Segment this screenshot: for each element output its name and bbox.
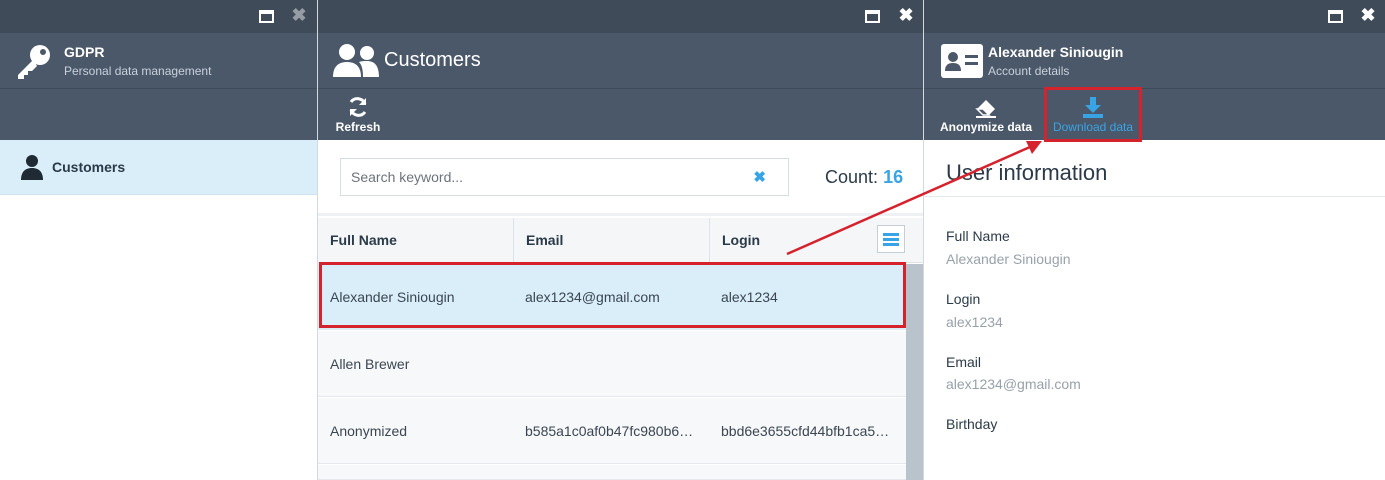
customers-blade-toolbar: Refresh [318, 88, 923, 140]
blade-title: Alexander Siniougin [988, 44, 1124, 60]
gdpr-blade-toolbar [0, 88, 317, 140]
user-icon [21, 155, 43, 180]
field-label-login: Login [946, 291, 981, 307]
refresh-icon [349, 97, 367, 117]
cell-login [709, 331, 906, 397]
clear-icon[interactable]: ✖ [753, 168, 766, 186]
cell-email: b585a1c0af0b47fc980b6… [525, 423, 694, 439]
field-label-full-name: Full Name [946, 228, 1010, 244]
search-input[interactable] [351, 159, 741, 195]
download-data-label: Download data [1052, 120, 1134, 134]
download-data-button[interactable]: Download data [1047, 89, 1139, 141]
account-blade-topbar: ✖ [924, 0, 1385, 33]
close-icon[interactable]: ✖ [291, 6, 307, 24]
nav-item-customers[interactable]: Customers [0, 140, 317, 195]
grid-body: Alexander Siniougin alex1234@gmail.com a… [318, 264, 906, 480]
blade-subtitle: Personal data management [64, 64, 212, 78]
key-icon [18, 45, 50, 79]
count-value: 16 [883, 167, 904, 187]
maximize-icon[interactable] [1328, 10, 1343, 23]
eraser-icon [975, 100, 996, 118]
cell-login: alex1234 [721, 289, 778, 305]
count-label: Count: [825, 167, 879, 187]
blade-title: Customers [384, 49, 481, 71]
maximize-icon[interactable] [259, 10, 274, 23]
anonymize-data-label: Anonymize data [939, 120, 1032, 134]
close-icon[interactable]: ✖ [898, 6, 914, 24]
cell-full-name: Allen Brewer [330, 356, 410, 372]
table-row[interactable]: Alexander Siniougin alex1234@gmail.com a… [318, 264, 906, 330]
account-blade-toolbar: Anonymize data Download data [924, 88, 1385, 140]
cell-full-name: Alexander Siniougin [330, 289, 455, 305]
section-divider [924, 196, 1385, 197]
cell-full-name: Anonymized [330, 423, 408, 439]
field-value-login: alex1234 [946, 314, 1003, 330]
gdpr-blade-header: GDPR Personal data management [0, 33, 317, 88]
maximize-icon[interactable] [865, 10, 880, 23]
customers-blade: ✖ Customers Refresh Search keyword... ✖ … [318, 0, 923, 480]
gdpr-blade-topbar: ✖ [0, 0, 317, 33]
search-box: ✖ [340, 158, 789, 196]
anonymize-data-button[interactable]: Anonymize data [938, 89, 1034, 141]
cell-login: bbd6e3655cfd44bfb1ca5… [721, 423, 890, 439]
grid-scrollbar[interactable] [906, 264, 923, 480]
blade-subtitle: Account details [988, 64, 1070, 78]
cell-email: alex1234@gmail.com [525, 289, 660, 305]
field-value-full-name: Alexander Siniougin [946, 251, 1071, 267]
app-root: ✖ GDPR Personal data management Customer… [0, 0, 1385, 480]
column-header-full-name[interactable]: Full Name [318, 218, 514, 263]
customers-blade-header: Customers [318, 33, 923, 88]
count-display: Count: 16 [825, 167, 903, 188]
users-icon [333, 44, 379, 77]
id-card-icon [941, 44, 983, 78]
column-menu-button[interactable] [877, 225, 905, 253]
download-icon [1083, 97, 1103, 118]
scrollbar-thumb[interactable] [906, 264, 923, 480]
field-value-email: alex1234@gmail.com [946, 376, 1081, 392]
account-blade-header: Alexander Siniougin Account details [924, 33, 1385, 88]
customers-blade-topbar: ✖ [318, 0, 923, 33]
nav-item-label: Customers [52, 159, 126, 175]
account-blade: ✖ Alexander Siniougin Account details An… [924, 0, 1385, 480]
table-row[interactable]: Anonymized b585a1c0af0b47fc980b6… bbd6e3… [318, 398, 906, 464]
column-header-email[interactable]: Email [514, 218, 710, 263]
grid-header: Full Name Email Login [318, 218, 923, 263]
blade-title: GDPR [64, 44, 105, 60]
field-label-email: Email [946, 354, 982, 370]
search-area: ✖ Count: 16 [318, 140, 923, 216]
section-title: User information [946, 160, 1108, 185]
cell-email [513, 331, 709, 397]
menu-icon [883, 233, 899, 236]
gdpr-blade: ✖ GDPR Personal data management Customer… [0, 0, 317, 480]
close-icon[interactable]: ✖ [1360, 6, 1376, 24]
field-label-birthday: Birthday [946, 416, 998, 432]
refresh-button[interactable]: Refresh [332, 89, 384, 141]
table-row[interactable]: Allen Brewer [318, 331, 906, 397]
refresh-label: Refresh [335, 120, 381, 134]
table-row[interactable] [318, 465, 906, 480]
